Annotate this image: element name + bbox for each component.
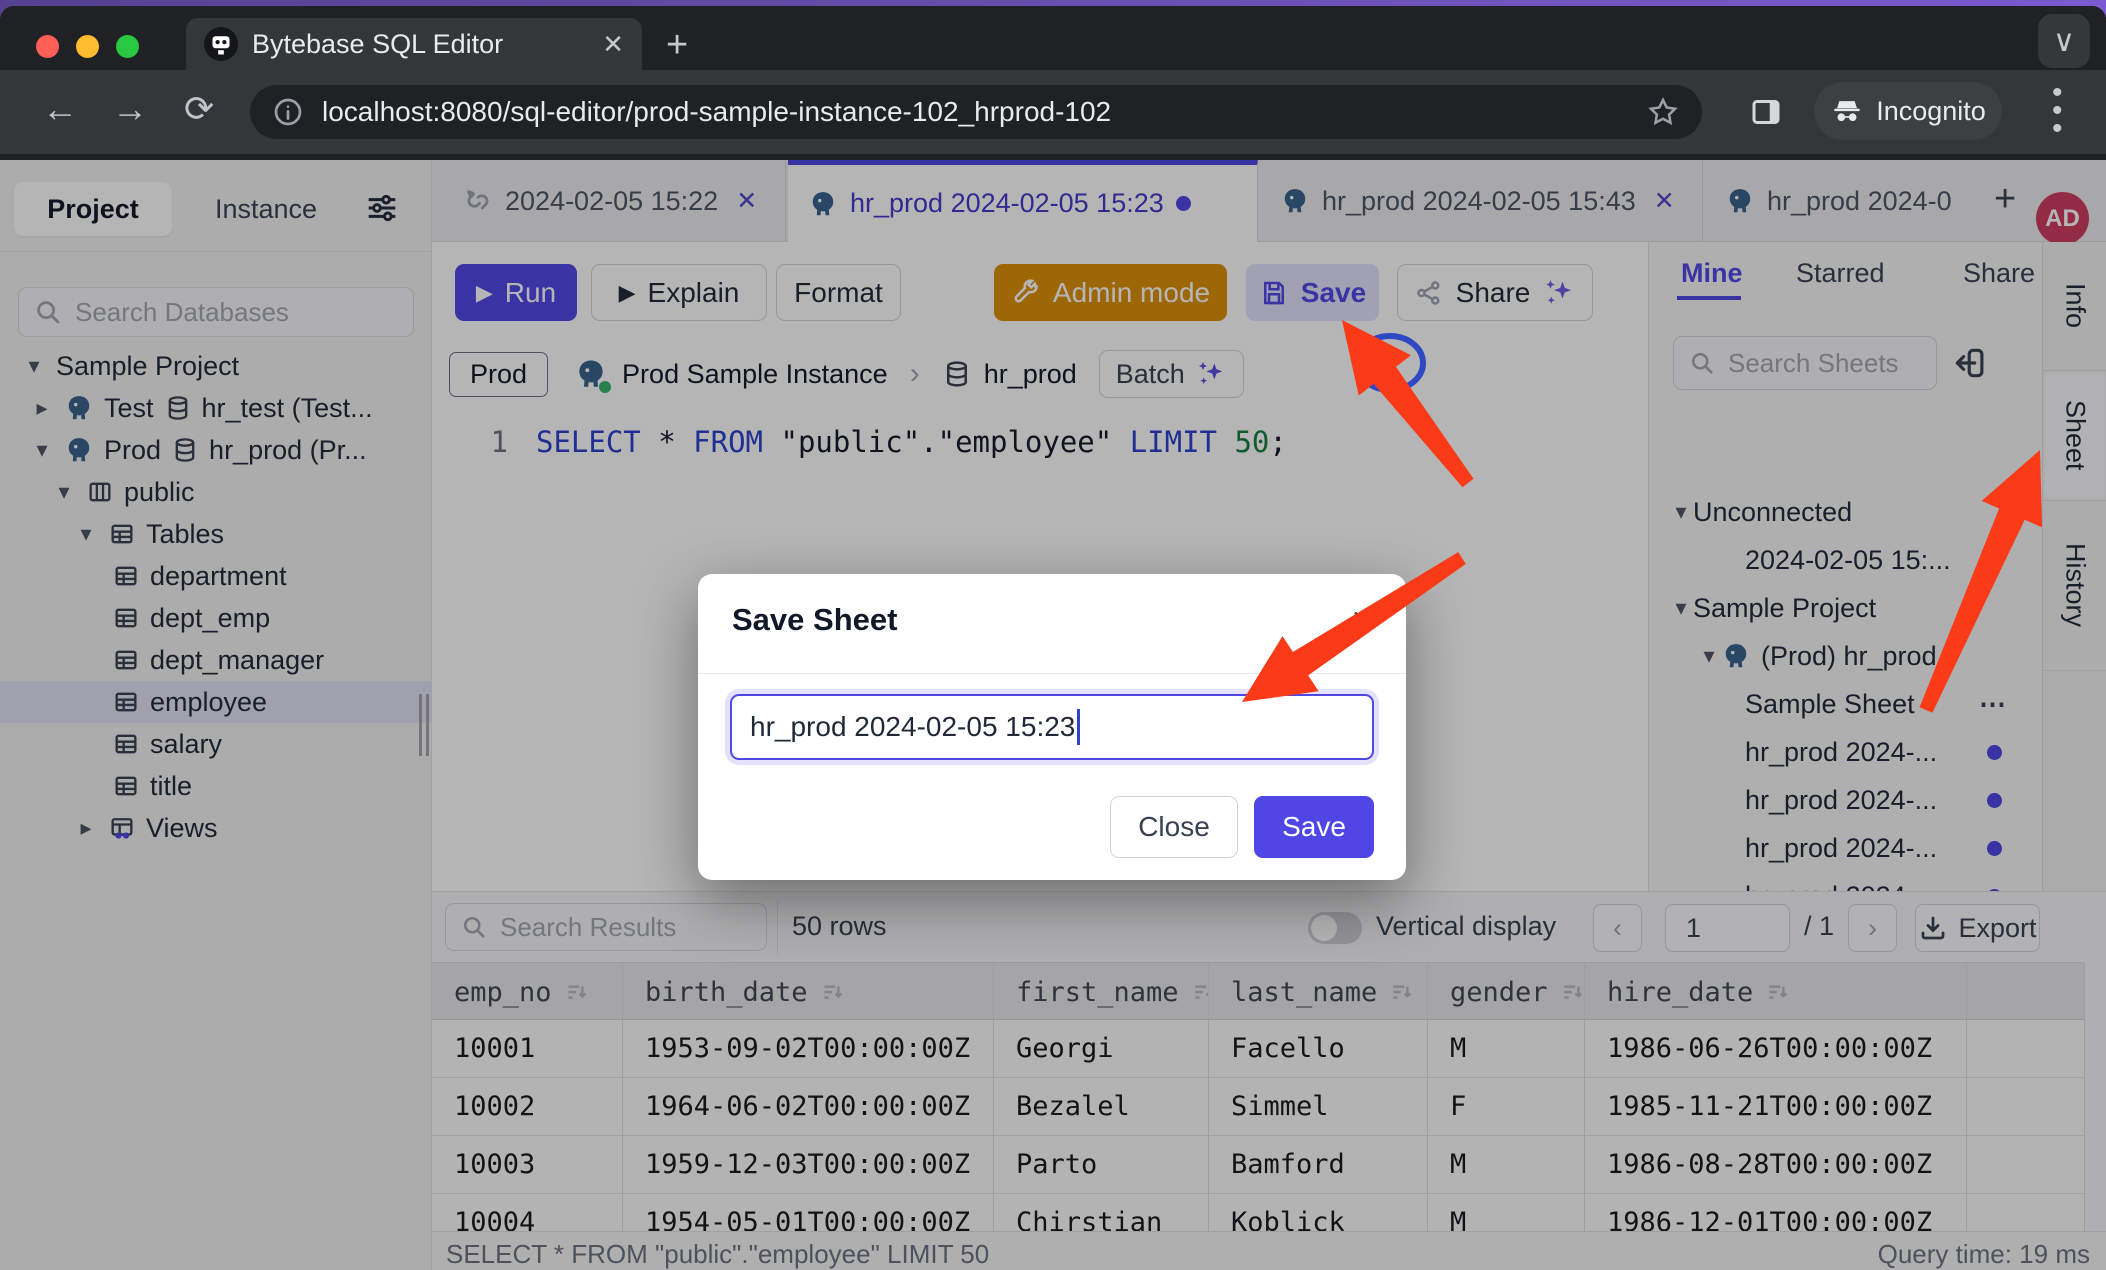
new-browser-tab-button[interactable]: + bbox=[666, 24, 688, 67]
forward-icon[interactable]: → bbox=[112, 88, 148, 130]
address-bar[interactable]: localhost:8080/sql-editor/prod-sample-in… bbox=[250, 85, 1702, 139]
browser-tab[interactable]: Bytebase SQL Editor ✕ bbox=[186, 18, 642, 70]
text-caret bbox=[1077, 709, 1080, 745]
incognito-label: Incognito bbox=[1876, 96, 1986, 127]
site-info-icon[interactable] bbox=[272, 96, 304, 128]
sheet-name-input[interactable]: hr_prod 2024-02-05 15:23 bbox=[730, 694, 1374, 760]
tab-search-chevron-button[interactable]: ∨ bbox=[2038, 14, 2090, 68]
back-icon[interactable]: ← bbox=[42, 88, 78, 130]
browser-tab-close-icon[interactable]: ✕ bbox=[602, 29, 624, 60]
dialog-close-button[interactable]: Close bbox=[1110, 796, 1238, 858]
url-text: localhost:8080/sql-editor/prod-sample-in… bbox=[322, 96, 1628, 128]
browser-tab-title: Bytebase SQL Editor bbox=[252, 29, 588, 60]
save-sheet-dialog: Save Sheet ✕ hr_prod 2024-02-05 15:23 Cl… bbox=[698, 574, 1406, 880]
side-panel-icon[interactable] bbox=[1748, 94, 1784, 130]
bytebase-favicon bbox=[204, 27, 238, 61]
browser-tabbar: Bytebase SQL Editor ✕ + ∨ bbox=[0, 6, 2106, 70]
divider bbox=[698, 673, 1406, 674]
bookmark-star-icon[interactable] bbox=[1646, 95, 1680, 129]
incognito-badge: Incognito bbox=[1814, 82, 2002, 140]
window-minimize-button[interactable] bbox=[76, 35, 99, 58]
dialog-close-icon[interactable]: ✕ bbox=[1351, 604, 1374, 637]
window-zoom-button[interactable] bbox=[116, 35, 139, 58]
browser-window: Bytebase SQL Editor ✕ + ∨ ← → ⟳ localhos… bbox=[0, 6, 2106, 1270]
reload-icon[interactable]: ⟳ bbox=[184, 88, 214, 130]
browser-toolbar: ← → ⟳ localhost:8080/sql-editor/prod-sam… bbox=[0, 70, 2106, 154]
incognito-icon bbox=[1830, 94, 1864, 128]
dialog-title: Save Sheet bbox=[732, 602, 897, 638]
window-close-button[interactable] bbox=[36, 35, 59, 58]
browser-menu-icon[interactable]: ••• bbox=[2052, 84, 2063, 138]
dialog-save-button[interactable]: Save bbox=[1254, 796, 1374, 858]
